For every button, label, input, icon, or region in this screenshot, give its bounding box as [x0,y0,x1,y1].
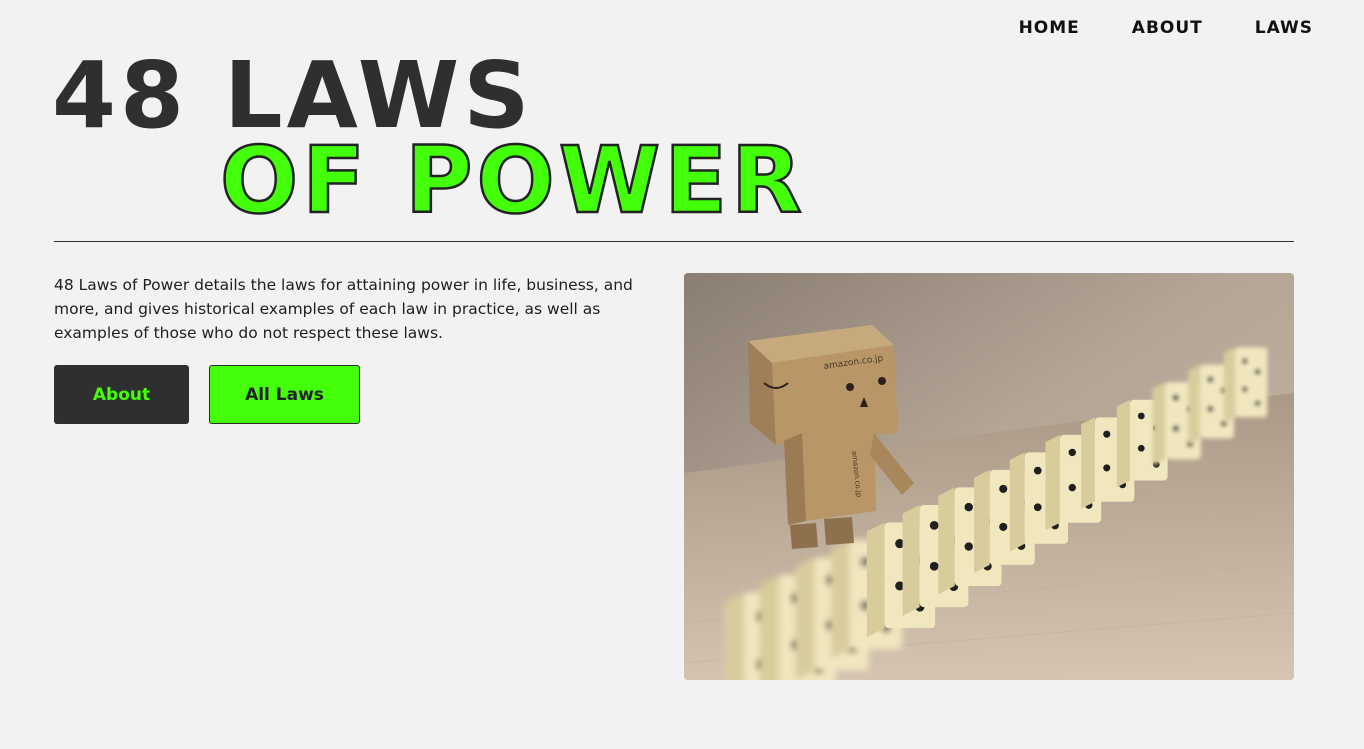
domino-side [831,539,850,659]
top-nav: HOME ABOUT LAWS [1019,18,1313,38]
domino-side [866,522,885,638]
domino-side [902,504,920,616]
hero-image: amazon.co.jp amazon.co.jp [684,273,1294,680]
domino-pip [964,502,973,512]
domino-pip [1207,405,1214,412]
domino-pip [1254,400,1261,407]
domino-pip [929,561,939,571]
domino-pip [999,522,1008,531]
nav-about-link[interactable]: ABOUT [1132,18,1203,38]
all-laws-button[interactable]: All Laws [209,365,360,424]
domino-robot-illustration: amazon.co.jp amazon.co.jp [684,273,1294,680]
domino-side [1224,347,1236,423]
domino-side [974,469,990,573]
page: HOME ABOUT LAWS 48 LAWS OF POWER 48 Laws… [0,0,1364,749]
intro-text: 48 Laws of Power details the laws for at… [54,276,633,342]
domino-pip [1172,394,1179,401]
about-button[interactable]: About [54,365,189,424]
domino-side [1116,399,1131,488]
domino-pip [1068,448,1076,457]
domino-pip [1137,412,1145,420]
domino-pip [1241,386,1248,393]
domino-face [1235,347,1268,418]
domino-side [1152,382,1166,466]
domino-side [759,575,780,680]
domino-pip [964,542,973,551]
domino-pip [1033,466,1042,475]
domino-pip [1137,444,1145,452]
nav-home-link[interactable]: HOME [1019,18,1080,38]
domino-pip [999,484,1008,493]
domino-pip [1254,368,1261,375]
domino [1224,347,1268,423]
domino-side [1009,452,1025,552]
domino-pip [1033,503,1042,512]
domino-side [938,487,955,595]
domino-pip [1103,464,1111,472]
domino-pip [1172,425,1179,432]
domino-pip [1207,376,1214,383]
domino-pip [929,520,939,530]
divider [54,241,1294,242]
domino-pip [1241,358,1248,365]
domino-side [795,557,815,680]
domino-pip [1103,430,1111,438]
domino-side [1188,364,1201,445]
domino-pip [1068,483,1076,492]
hero-title-line2: OF POWER [219,127,806,234]
domino-side [724,592,745,680]
domino-side [1045,434,1060,531]
domino-side [1081,417,1095,509]
nav-laws-link[interactable]: LAWS [1255,18,1313,38]
